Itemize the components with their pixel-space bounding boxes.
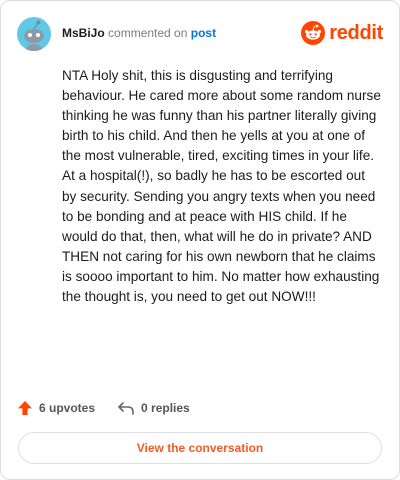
view-conversation-button[interactable]: View the conversation <box>18 432 382 464</box>
avatar[interactable] <box>17 17 51 51</box>
reddit-logo-icon <box>301 21 326 45</box>
upvote-count: 6 upvotes <box>39 401 96 415</box>
comment-actions: 6 upvotes 0 replies <box>17 398 212 418</box>
commented-on-text: commented on <box>108 26 188 40</box>
reply-button[interactable]: 0 replies <box>117 400 190 416</box>
post-link[interactable]: post <box>191 26 216 40</box>
comment-text: NTA Holy shit, this is disgusting and te… <box>62 68 381 305</box>
upvote-button[interactable]: 6 upvotes <box>17 400 95 416</box>
comment-meta: MsBiJo commented on post <box>62 26 216 40</box>
snoo-avatar-icon <box>24 20 44 51</box>
comment-card: MsBiJo commented on post reddit NTA Holy… <box>0 0 400 480</box>
comment-header: MsBiJo commented on post reddit <box>17 15 383 55</box>
reply-count: 0 replies <box>141 401 190 415</box>
view-conversation-label: View the conversation <box>136 441 264 455</box>
reply-arrow-icon <box>118 402 134 415</box>
reddit-wordmark: reddit <box>329 21 383 44</box>
reddit-logo[interactable]: reddit <box>301 20 383 46</box>
upvote-arrow-icon <box>18 401 32 415</box>
username-link[interactable]: MsBiJo <box>62 26 105 40</box>
